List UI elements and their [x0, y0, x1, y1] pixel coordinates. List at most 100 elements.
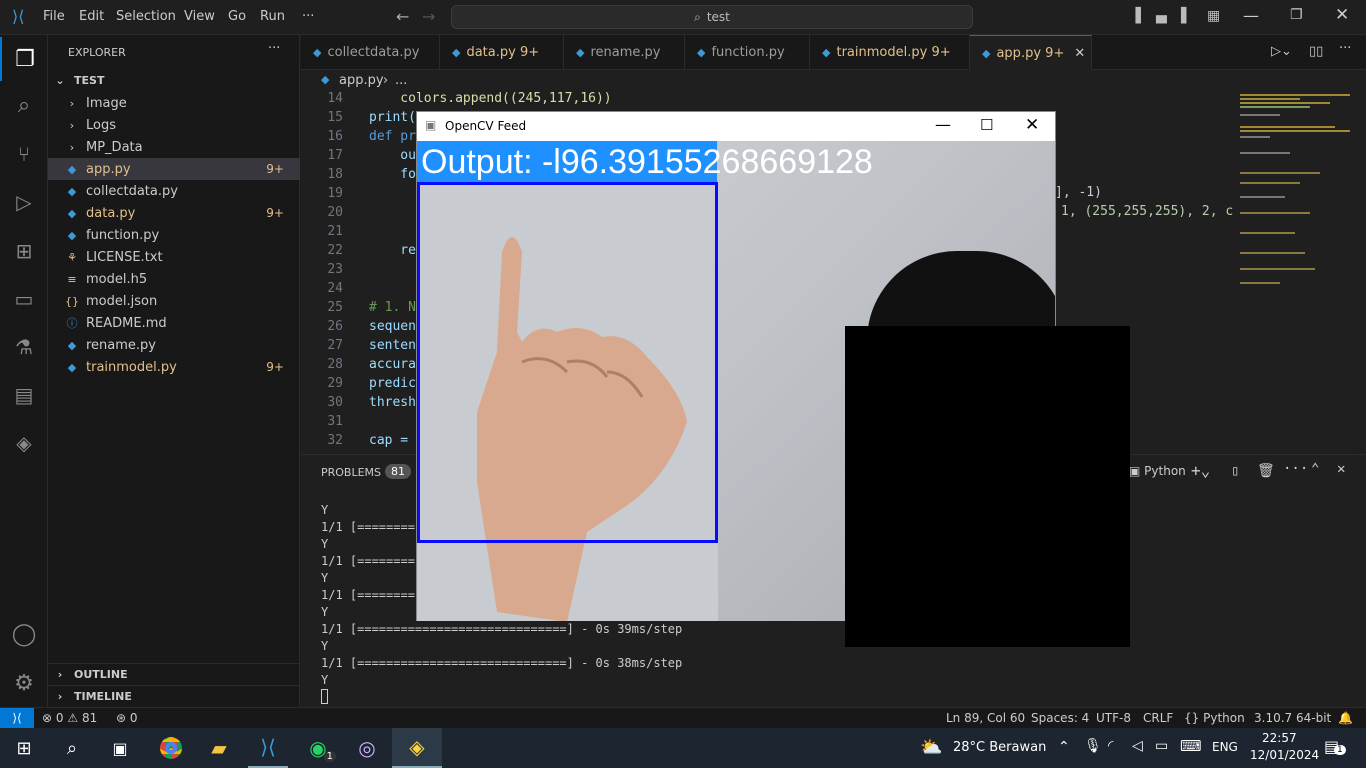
- file-item-collectdata-py[interactable]: ◆ collectdata.py: [48, 180, 300, 202]
- task-view-icon[interactable]: ▣: [100, 728, 140, 768]
- customize-layout-icon[interactable]: ▦: [1207, 8, 1220, 24]
- windows-start-icon[interactable]: ⊞: [4, 728, 44, 768]
- close-icon[interactable]: ✕: [1335, 5, 1349, 25]
- end-of-line[interactable]: CRLF: [1143, 711, 1173, 725]
- more-actions-icon[interactable]: ···: [268, 41, 280, 56]
- file-explorer-icon[interactable]: ▰: [199, 728, 239, 768]
- tab-app[interactable]: ◆ app.py 9+ ✕: [970, 35, 1092, 70]
- minimap[interactable]: [1237, 92, 1357, 454]
- encoding[interactable]: UTF-8: [1096, 711, 1131, 725]
- python-taskbar-icon[interactable]: ◈: [392, 728, 442, 768]
- keyboard-icon[interactable]: ⌨: [1180, 737, 1202, 755]
- tab-function[interactable]: ◆ function.py: [685, 35, 810, 70]
- wifi-icon[interactable]: ◜: [1108, 738, 1113, 754]
- breadcrumb-file[interactable]: app.py: [339, 73, 384, 88]
- explorer-icon[interactable]: ❐: [0, 37, 48, 81]
- run-debug-icon[interactable]: ▷: [0, 180, 48, 224]
- forward-arrow-icon[interactable]: →: [422, 7, 435, 26]
- minimize-icon[interactable]: —: [1243, 6, 1259, 25]
- notifications-bell-icon[interactable]: 🔔: [1338, 711, 1353, 725]
- editor-more-icon[interactable]: ···: [1339, 41, 1351, 56]
- weather-text[interactable]: 28°C Berawan: [953, 740, 1046, 755]
- tab-collectdata[interactable]: ◆ collectdata.py: [301, 35, 440, 70]
- tab-rename[interactable]: ◆ rename.py: [564, 35, 685, 70]
- indentation[interactable]: Spaces: 4: [1031, 711, 1089, 725]
- toggle-secondary-sidebar-icon[interactable]: ▌: [1181, 8, 1192, 24]
- panel-more-icon[interactable]: ···: [1283, 461, 1308, 477]
- docker-icon[interactable]: ▤: [0, 373, 48, 417]
- root-folder[interactable]: ⌄ TEST: [48, 69, 300, 91]
- menu-go[interactable]: Go: [228, 9, 246, 24]
- language-mode[interactable]: {} Python: [1184, 711, 1245, 725]
- menu-view[interactable]: View: [184, 9, 215, 24]
- terminal-kind[interactable]: ▣ Python: [1129, 464, 1186, 478]
- opencv-titlebar[interactable]: ▣ OpenCV Feed — ☐ ✕: [417, 112, 1055, 141]
- file-item-readme-md[interactable]: ⓘ README.md: [48, 312, 300, 334]
- python-icon[interactable]: ◈: [0, 421, 48, 465]
- source-control-icon[interactable]: ⑂: [0, 132, 48, 176]
- back-arrow-icon[interactable]: ←: [396, 7, 409, 26]
- volume-icon[interactable]: ◁: [1132, 738, 1143, 754]
- restore-icon[interactable]: ❐: [1290, 7, 1303, 23]
- folder-logs[interactable]: › Logs: [48, 114, 300, 136]
- file-item-license-txt[interactable]: ⚘ LICENSE.txt: [48, 246, 300, 268]
- vscode-taskbar-icon[interactable]: ⟩⟨: [248, 728, 288, 768]
- cursor-position[interactable]: Ln 89, Col 60: [946, 711, 1025, 725]
- close-tab-icon[interactable]: ✕: [1074, 46, 1085, 61]
- taskbar-search-icon[interactable]: ⌕: [52, 728, 92, 768]
- menu-edit[interactable]: Edit: [79, 9, 104, 24]
- file-item-model-json[interactable]: {} model.json: [48, 290, 300, 312]
- clock-date[interactable]: 12/01/2024: [1250, 748, 1319, 762]
- whatsapp-icon[interactable]: ◉ 1: [298, 728, 338, 768]
- file-item-model-h5[interactable]: ≡ model.h5: [48, 268, 300, 290]
- menu-run[interactable]: Run: [260, 9, 285, 24]
- timeline-section[interactable]: › TIMELINE: [48, 685, 300, 707]
- file-item-data-py[interactable]: ◆ data.py 9+: [48, 202, 300, 224]
- new-terminal-icon[interactable]: +⌄: [1191, 461, 1210, 480]
- search-view-icon[interactable]: ⌕: [0, 83, 48, 127]
- breadcrumb-rest[interactable]: ...: [395, 73, 407, 88]
- tab-trainmodel[interactable]: ◆ trainmodel.py 9+: [810, 35, 970, 70]
- remote-explorer-icon[interactable]: ▭: [0, 277, 48, 321]
- problems-status[interactable]: ⊗ 0 ⚠ 81: [42, 711, 97, 725]
- extensions-icon[interactable]: ⊞: [0, 229, 48, 273]
- menu-file[interactable]: File: [43, 9, 65, 24]
- weather-icon[interactable]: ⛅: [920, 737, 942, 758]
- run-python-icon[interactable]: ▷⌄: [1271, 44, 1292, 59]
- menu-selection[interactable]: Selection: [116, 9, 176, 24]
- folder-mp_data[interactable]: › MP_Data: [48, 136, 300, 158]
- python-interpreter[interactable]: 3.10.7 64-bit: [1254, 711, 1331, 725]
- input-language[interactable]: ENG: [1212, 740, 1238, 754]
- tray-chevron-icon[interactable]: ⌃: [1058, 739, 1070, 755]
- ports-status[interactable]: ⊛ 0: [116, 711, 138, 725]
- account-icon[interactable]: ◯: [0, 612, 48, 656]
- opencv-maximize-icon[interactable]: ☐: [980, 116, 993, 134]
- outline-section[interactable]: › OUTLINE: [48, 663, 300, 685]
- notification-center-icon[interactable]: ▤ 1: [1324, 737, 1346, 756]
- tab-problems[interactable]: PROBLEMS: [321, 466, 381, 479]
- menu-more[interactable]: ···: [302, 9, 314, 24]
- tab-data[interactable]: ◆ data.py 9+: [440, 35, 564, 70]
- folder-image[interactable]: › Image: [48, 92, 300, 114]
- split-terminal-icon[interactable]: ▯: [1231, 463, 1239, 479]
- clock-time[interactable]: 22:57: [1262, 731, 1297, 745]
- kill-terminal-icon[interactable]: 🗑: [1257, 463, 1275, 479]
- close-panel-icon[interactable]: ✕: [1337, 461, 1345, 477]
- toggle-sidebar-icon[interactable]: ▐: [1130, 8, 1141, 24]
- toggle-panel-icon[interactable]: ▄: [1156, 8, 1167, 24]
- battery-icon[interactable]: ▭: [1155, 738, 1168, 754]
- command-center-search[interactable]: ⌕ test: [451, 5, 973, 29]
- manage-gear-icon[interactable]: ⚙: [0, 661, 48, 705]
- github-desktop-icon[interactable]: ◎: [347, 728, 387, 768]
- opencv-minimize-icon[interactable]: —: [935, 115, 951, 134]
- file-item-trainmodel-py[interactable]: ◆ trainmodel.py 9+: [48, 356, 300, 378]
- file-item-rename-py[interactable]: ◆ rename.py: [48, 334, 300, 356]
- remote-indicator-icon[interactable]: ⟩⟨: [0, 708, 34, 729]
- testing-icon[interactable]: ⚗: [0, 325, 48, 369]
- file-item-function-py[interactable]: ◆ function.py: [48, 224, 300, 246]
- split-editor-icon[interactable]: ▯▯: [1309, 44, 1323, 59]
- maximize-panel-icon[interactable]: ⌃: [1311, 461, 1319, 477]
- microphone-icon[interactable]: 🎙: [1084, 738, 1102, 754]
- opencv-close-icon[interactable]: ✕: [1025, 115, 1039, 135]
- chrome-icon[interactable]: [151, 728, 191, 768]
